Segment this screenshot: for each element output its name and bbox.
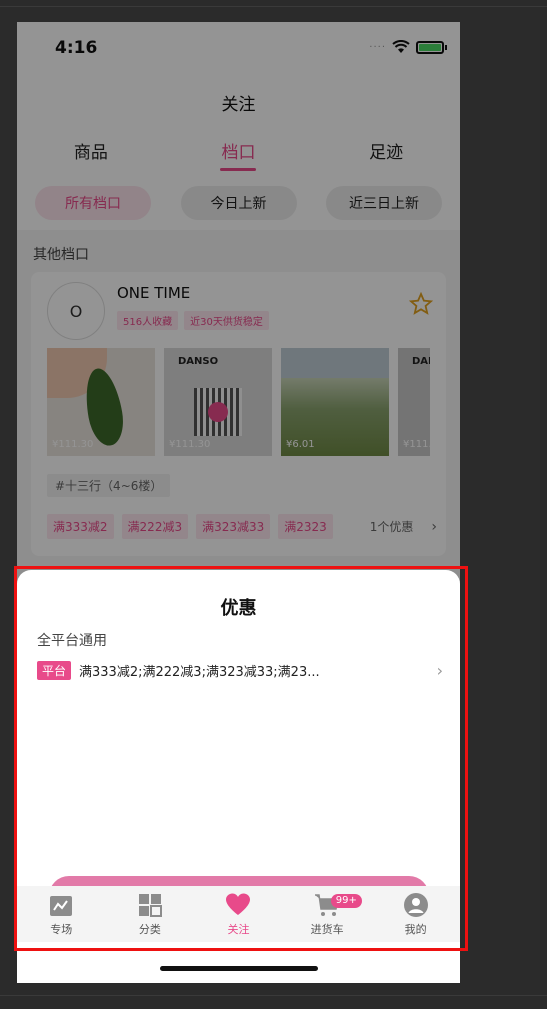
bottom-divider — [0, 995, 547, 996]
highlight-frame — [14, 566, 468, 951]
top-divider — [0, 6, 547, 7]
home-indicator[interactable] — [160, 966, 318, 971]
